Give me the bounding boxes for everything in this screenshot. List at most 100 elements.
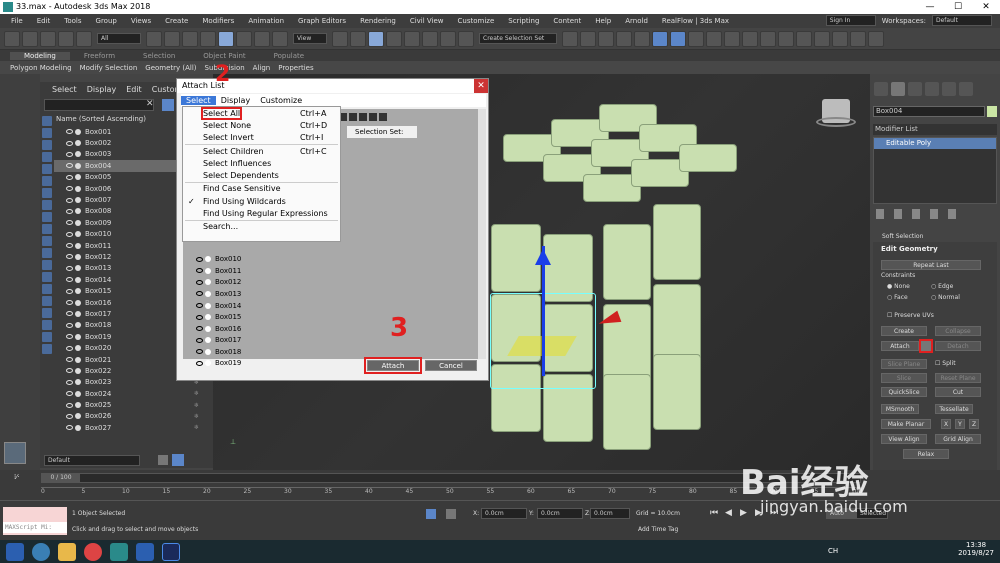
visibility-eye-icon[interactable] [66, 288, 73, 294]
visibility-eye-icon[interactable] [196, 349, 203, 355]
layer-select[interactable]: Default [44, 454, 140, 466]
visibility-eye-icon[interactable] [66, 334, 73, 340]
dialog-menu-select[interactable]: Select [181, 96, 216, 105]
time-slider[interactable]: 0 / 100 [41, 473, 861, 483]
explorer-filter-icon[interactable] [42, 260, 52, 270]
menu-group[interactable]: Group [89, 17, 124, 25]
menu-graph-editors[interactable]: Graph Editors [291, 17, 353, 25]
play-icon[interactable]: ▶ [740, 508, 747, 518]
menu-item-select-none[interactable]: Select None Ctrl+D [183, 119, 340, 131]
start-icon[interactable] [6, 542, 24, 561]
pivot-center-icon[interactable] [332, 30, 348, 47]
cube-side-face[interactable] [653, 284, 701, 360]
explorer-filter-icon[interactable] [42, 284, 52, 294]
menu-item-select-invert[interactable]: Select Invert Ctrl+I [183, 132, 340, 144]
menu-animation[interactable]: Animation [241, 17, 291, 25]
visibility-eye-icon[interactable] [66, 311, 73, 317]
rotate-icon[interactable] [236, 30, 252, 47]
ribbon-tab-populate[interactable]: Populate [260, 52, 318, 60]
create-button[interactable]: Create [881, 326, 927, 336]
motion-tab-icon[interactable] [925, 82, 939, 96]
timeline-mini-icon[interactable]: ⁞⁄⋅ [14, 473, 20, 481]
render-setup-icon[interactable] [706, 30, 722, 47]
cancel-button[interactable]: Cancel [425, 360, 477, 371]
make-unique-icon[interactable] [912, 209, 920, 219]
ribbon-toggle-icon[interactable] [634, 30, 650, 47]
constraint-none-radio[interactable]: ● None [887, 283, 910, 290]
visibility-eye-icon[interactable] [66, 174, 73, 180]
explorer-filter-icon[interactable] [42, 272, 52, 282]
link-icon[interactable] [40, 30, 56, 47]
menu-item-find-case-sensitive[interactable]: Find Case Sensitive [183, 183, 340, 195]
attach-list-row[interactable]: Box011 [190, 265, 422, 277]
soft-selection-rollout[interactable]: Soft Selection [882, 233, 923, 240]
menu-arnold[interactable]: Arnold [618, 17, 655, 25]
menu-content[interactable]: Content [546, 17, 588, 25]
menu-scripting[interactable]: Scripting [501, 17, 546, 25]
menu-item-search[interactable]: Search... [183, 221, 340, 233]
render-icon[interactable] [742, 30, 758, 47]
menu-civil-view[interactable]: Civil View [403, 17, 451, 25]
workspaces-select[interactable]: Default [932, 15, 992, 26]
layer-stack-icon[interactable] [158, 455, 168, 465]
visibility-eye-icon[interactable] [66, 322, 73, 328]
explorer-filter-icon[interactable] [42, 248, 52, 258]
teapot-icon[interactable] [760, 30, 776, 47]
menu-realflow[interactable]: RealFlow | 3ds Max [655, 17, 736, 25]
explorer-row[interactable]: Box026 ❄ [54, 411, 213, 422]
menu-item-select-influences[interactable]: Select Influences [183, 157, 340, 169]
explorer-row[interactable]: Box025 ❄ [54, 399, 213, 410]
explorer-tab-display[interactable]: Display [83, 85, 121, 94]
viewcube-compass-icon[interactable] [816, 117, 856, 127]
visibility-eye-icon[interactable] [66, 402, 73, 408]
menu-item-select-all[interactable]: Select All Ctrl+A [183, 106, 340, 120]
constraint-normal-radio[interactable]: ○ Normal [931, 294, 960, 301]
material-editor-icon[interactable] [688, 30, 704, 47]
explorer-filter-icon[interactable] [42, 176, 52, 186]
ribbon-tab-object-paint[interactable]: Object Paint [189, 52, 259, 60]
dialog-tool-3-icon[interactable] [359, 113, 367, 121]
planar-y-button[interactable]: Y [955, 419, 965, 429]
visibility-eye-icon[interactable] [66, 208, 73, 214]
explorer-filter-icon[interactable] [42, 344, 52, 354]
absolute-mode-icon[interactable] [446, 509, 456, 519]
attach-list-row[interactable]: Box017 [190, 335, 422, 347]
explorer-tab-select[interactable]: Select [48, 85, 81, 94]
display-tab-icon[interactable] [942, 82, 956, 96]
menu-views[interactable]: Views [124, 17, 158, 25]
grid-align-button[interactable]: Grid Align [935, 434, 981, 444]
slice-button[interactable]: Slice [881, 373, 927, 383]
3dsmax-icon[interactable] [110, 542, 128, 561]
close-button[interactable]: ✕ [972, 0, 1000, 14]
attach-list-row[interactable]: Box012 [190, 277, 422, 289]
realflow-3-icon[interactable] [850, 30, 866, 47]
cube-side-face[interactable] [653, 354, 701, 430]
reset-plane-button[interactable]: Reset Plane [935, 373, 981, 383]
explorer-tab-edit[interactable]: Edit [122, 85, 146, 94]
visibility-eye-icon[interactable] [66, 265, 73, 271]
undo-icon[interactable] [4, 30, 20, 47]
filter-icon[interactable] [162, 99, 174, 111]
menu-item-select-children[interactable]: Select Children Ctrl+C [183, 145, 340, 157]
menu-modifiers[interactable]: Modifiers [195, 17, 241, 25]
time-slider-thumb[interactable]: 0 / 100 [42, 474, 80, 482]
layer-manage-icon[interactable] [172, 454, 184, 466]
select-by-name-icon[interactable] [164, 30, 180, 47]
dialog-menu-display[interactable]: Display [216, 96, 256, 105]
show-end-result-icon[interactable] [894, 209, 902, 219]
explorer-filter-icon[interactable] [42, 164, 52, 174]
realflow-2-icon[interactable] [832, 30, 848, 47]
split-checkbox[interactable]: ☐ Split [935, 360, 956, 367]
visibility-eye-icon[interactable] [66, 300, 73, 306]
visibility-eye-icon[interactable] [66, 391, 73, 397]
selection-lock-icon[interactable] [426, 509, 436, 519]
ribbon-tab-freeform[interactable]: Freeform [70, 52, 129, 60]
menu-customize[interactable]: Customize [451, 17, 502, 25]
explorer-filter-icon[interactable] [42, 332, 52, 342]
collapse-button[interactable]: Collapse [935, 326, 981, 336]
attach-list-row[interactable]: Box010 [190, 253, 422, 265]
goto-start-icon[interactable]: ⏮ [710, 508, 718, 518]
create-tab-icon[interactable] [874, 82, 888, 96]
edit-named-sets-icon[interactable] [458, 30, 474, 47]
visibility-eye-icon[interactable] [66, 368, 73, 374]
